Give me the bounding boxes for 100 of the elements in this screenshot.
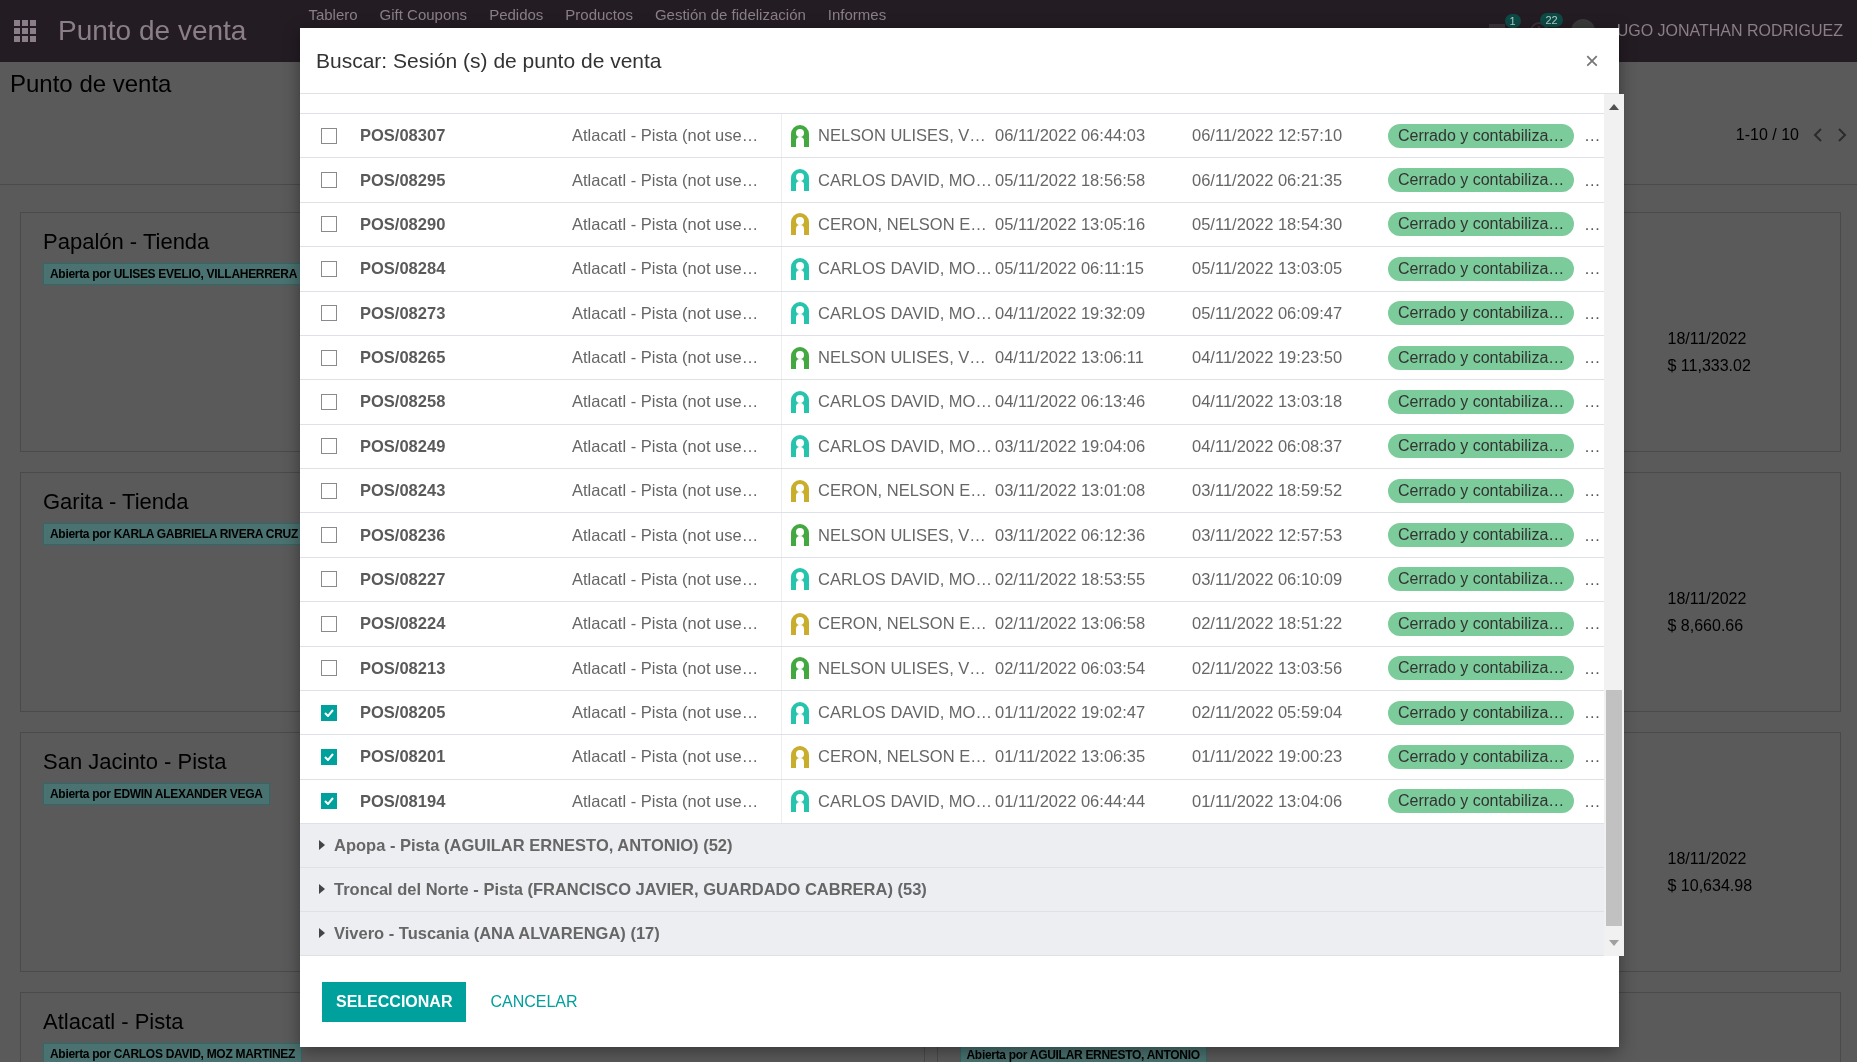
- pos-config: Atlacatl - Pista (not use…: [572, 392, 759, 412]
- closing-date: 04/11/2022 19:23:50: [1192, 348, 1344, 368]
- closing-date: 05/11/2022 13:03:05: [1192, 259, 1344, 279]
- opening-date: 04/11/2022 13:06:11: [995, 348, 1145, 368]
- responsible-user: CARLOS DAVID, MO…: [818, 569, 992, 589]
- opening-date: 03/11/2022 06:12:36: [995, 525, 1147, 545]
- state-badge: Cerrado y contabiliza…: [1388, 389, 1575, 414]
- session-name: POS/08295: [359, 170, 447, 190]
- pos-config: Atlacatl - Pista (not use…: [572, 569, 759, 589]
- state-badge: Cerrado y contabiliza…: [1388, 611, 1575, 636]
- breadcrumb: Punto de venta: [10, 70, 172, 98]
- truncated-cell-text: …: [1583, 392, 1602, 412]
- pos-config: Atlacatl - Pista (not use…: [572, 614, 759, 634]
- opening-date: 02/11/2022 18:53:55: [995, 569, 1147, 589]
- truncated-cell-text: …: [1583, 747, 1602, 767]
- closing-date: 06/11/2022 06:21:35: [1192, 170, 1344, 190]
- opening-date: 05/11/2022 06:11:15: [995, 259, 1145, 279]
- truncated-cell-text: …: [1583, 525, 1602, 545]
- opening-date: 04/11/2022 19:32:09: [995, 303, 1147, 323]
- responsible-user: CERON, NELSON E…: [818, 614, 987, 634]
- responsible-user: CARLOS DAVID, MO…: [818, 436, 992, 456]
- truncated-cell-text: …: [1583, 703, 1602, 723]
- pos-config: Atlacatl - Pista (not use…: [572, 481, 759, 501]
- activity-count: 22: [1540, 13, 1563, 27]
- group-label: Troncal del Norte - Pista (FRANCISCO JAVIER, GUARDADO CABRERA) (53): [334, 879, 927, 899]
- pos-name: Garita - Tienda: [43, 489, 189, 515]
- pos-config: Atlacatl - Pista (not use…: [572, 126, 759, 146]
- group-label: Vivero - Tuscania (ANA ALVARENGA) (17): [334, 923, 660, 943]
- pos-config: Atlacatl - Pista (not use…: [572, 259, 759, 279]
- closing-date: 05/11/2022 06:09:47: [1192, 303, 1344, 323]
- opening-date: 03/11/2022 19:04:06: [995, 436, 1147, 456]
- pager-value: 1-10 / 10: [1735, 126, 1799, 144]
- state-badge: Cerrado y contabiliza…: [1388, 345, 1575, 370]
- session-name: POS/08227: [359, 569, 447, 589]
- truncated-cell-text: …: [1583, 436, 1602, 456]
- closing-date: 02/11/2022 18:51:22: [1192, 614, 1344, 634]
- pos-config: Atlacatl - Pista (not use…: [572, 791, 759, 811]
- pos-config: Atlacatl - Pista (not use…: [572, 658, 759, 678]
- session-status-badge: Abierta por CARLOS DAVID, MOZ MARTINEZ: [43, 1043, 303, 1062]
- state-badge: Cerrado y contabiliza…: [1388, 567, 1575, 592]
- closing-date: 18/11/2022: [1667, 329, 1748, 349]
- opening-date: 05/11/2022 18:56:58: [995, 170, 1147, 190]
- truncated-cell-text: …: [1583, 259, 1602, 279]
- state-badge: Cerrado y contabiliza…: [1388, 656, 1575, 681]
- responsible-user: CERON, NELSON E…: [818, 481, 987, 501]
- truncated-cell-text: …: [1583, 614, 1602, 634]
- closing-date: 02/11/2022 13:03:56: [1192, 658, 1344, 678]
- session-name: POS/08290: [359, 214, 447, 234]
- session-name: POS/08284: [359, 259, 447, 279]
- session-name: POS/08213: [359, 658, 447, 678]
- truncated-cell-text: …: [1583, 481, 1602, 501]
- session-name: POS/08205: [359, 703, 447, 723]
- closing-amount: $ 11,333.02: [1667, 356, 1751, 376]
- responsible-user: NELSON ULISES, V…: [818, 126, 986, 146]
- session-status-badge: Abierta por EDWIN ALEXANDER VEGA: [43, 783, 270, 805]
- pos-config: Atlacatl - Pista (not use…: [572, 747, 759, 767]
- session-name: POS/08265: [359, 348, 447, 368]
- session-name: POS/08258: [359, 392, 447, 412]
- truncated-cell-text: …: [1583, 170, 1602, 190]
- opening-date: 03/11/2022 13:01:08: [995, 481, 1147, 501]
- responsible-user: CERON, NELSON E…: [818, 214, 987, 234]
- responsible-user: CARLOS DAVID, MO…: [818, 703, 992, 723]
- session-name: POS/08243: [359, 481, 447, 501]
- closing-amount: $ 10,634.98: [1667, 876, 1753, 896]
- closing-date: 01/11/2022 19:00:23: [1192, 747, 1344, 767]
- state-badge: Cerrado y contabiliza…: [1388, 744, 1575, 769]
- message-count: 1: [1504, 14, 1521, 28]
- closing-date: 03/11/2022 18:59:52: [1192, 481, 1344, 501]
- responsible-user: CERON, NELSON E…: [818, 747, 987, 767]
- pos-config: Atlacatl - Pista (not use…: [572, 214, 759, 234]
- responsible-user: NELSON ULISES, V…: [818, 525, 986, 545]
- truncated-cell-text: …: [1583, 791, 1602, 811]
- closing-amount: $ 8,660.66: [1667, 616, 1745, 636]
- opening-date: 01/11/2022 06:44:44: [995, 791, 1147, 811]
- responsible-user: CARLOS DAVID, MO…: [818, 303, 992, 323]
- responsible-user: CARLOS DAVID, MO…: [818, 791, 992, 811]
- session-name: POS/08236: [359, 525, 447, 545]
- state-badge: Cerrado y contabiliza…: [1388, 478, 1575, 503]
- closing-date: 04/11/2022 13:03:18: [1192, 392, 1344, 412]
- truncated-cell-text: …: [1583, 658, 1602, 678]
- truncated-cell-text: …: [1583, 126, 1602, 146]
- closing-date: 04/11/2022 06:08:37: [1192, 436, 1344, 456]
- session-name: POS/08224: [359, 614, 447, 634]
- state-badge: Cerrado y contabiliza…: [1388, 523, 1575, 548]
- opening-date: 04/11/2022 06:13:46: [995, 392, 1147, 412]
- pos-config: Atlacatl - Pista (not use…: [572, 525, 759, 545]
- closing-date: 03/11/2022 06:10:09: [1192, 569, 1344, 589]
- session-name: POS/08249: [359, 436, 447, 456]
- responsible-user: NELSON ULISES, V…: [818, 658, 986, 678]
- truncated-cell-text: …: [1583, 348, 1602, 368]
- pos-name: Atlacatl - Pista: [43, 1009, 184, 1035]
- pos-config: Atlacatl - Pista (not use…: [572, 436, 759, 456]
- opening-date: 02/11/2022 13:06:58: [995, 614, 1147, 634]
- dialog-title: Buscar: Sesión (s) de punto de venta: [316, 48, 662, 73]
- closing-date: 18/11/2022: [1667, 849, 1748, 869]
- app-title: Punto de venta: [58, 15, 247, 47]
- state-badge: Cerrado y contabiliza…: [1388, 212, 1575, 237]
- responsible-user: CARLOS DAVID, MO…: [818, 170, 992, 190]
- truncated-cell-text: …: [1583, 569, 1602, 589]
- responsible-user: CARLOS DAVID, MO…: [818, 392, 992, 412]
